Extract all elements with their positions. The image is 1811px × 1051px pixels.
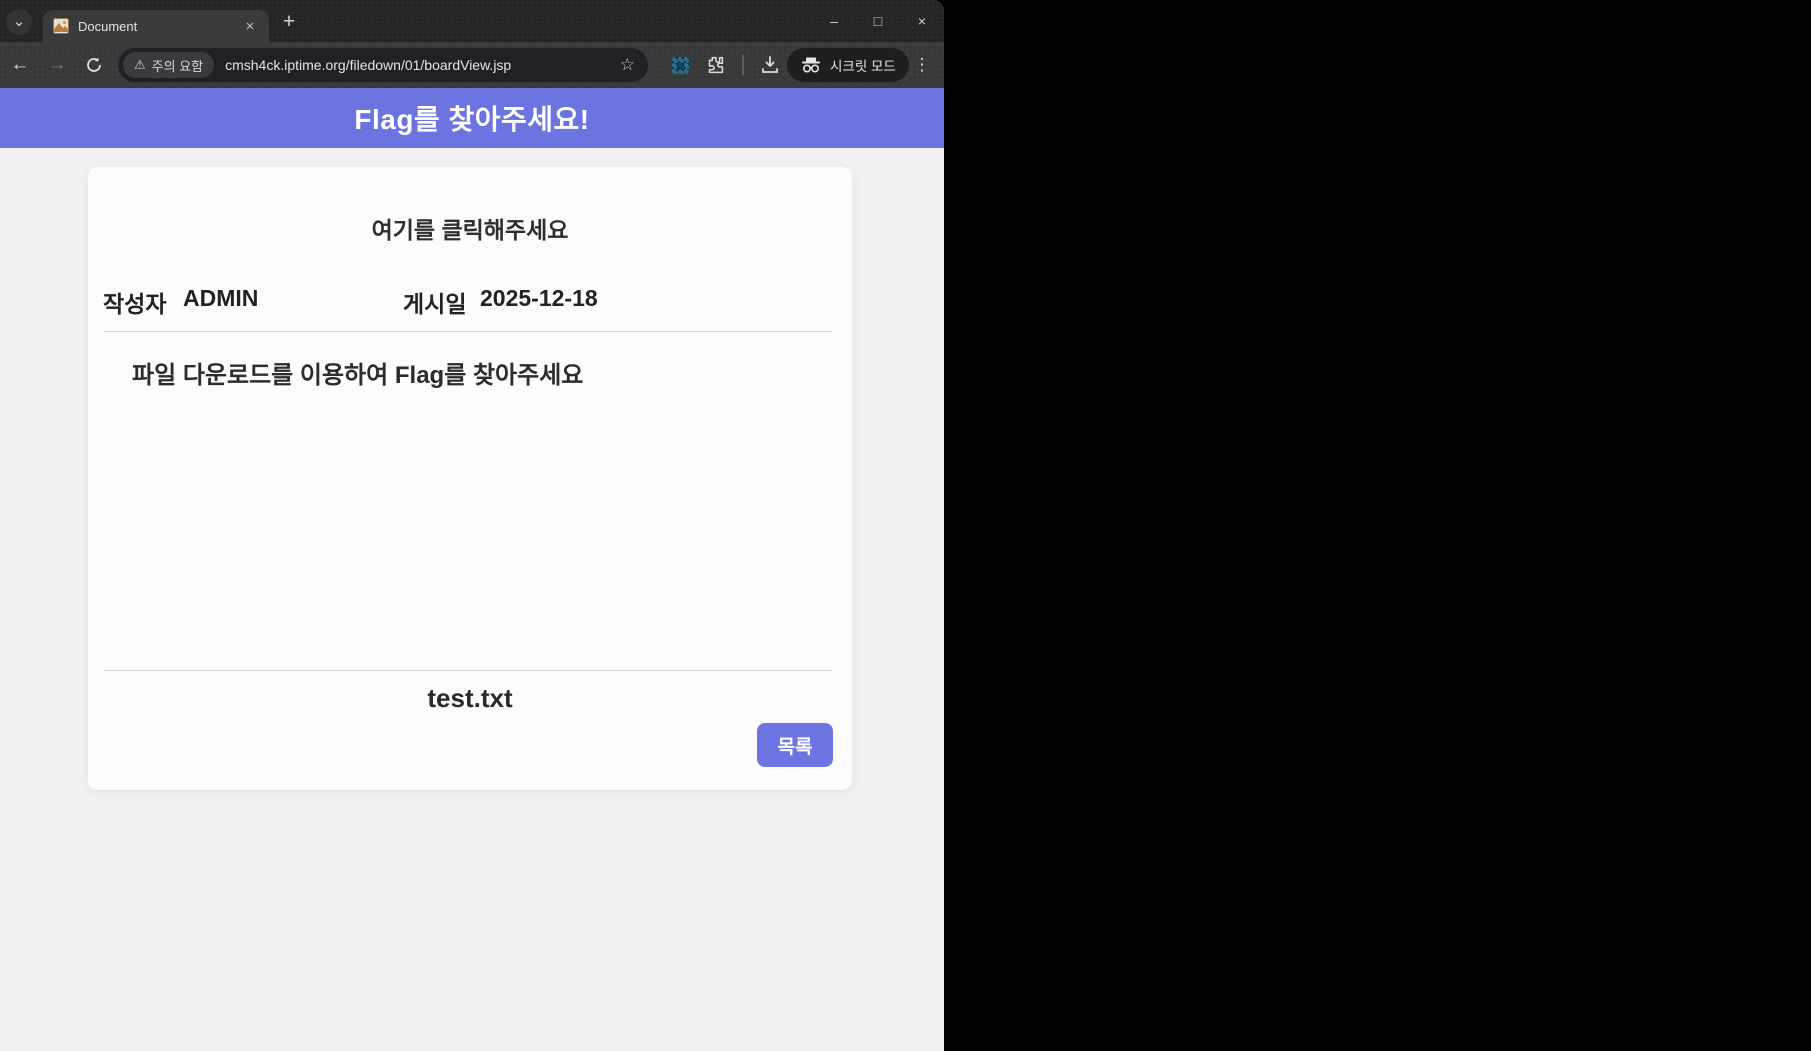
extension-favicon-icon[interactable] (672, 57, 689, 74)
incognito-label: 시크릿 모드 (830, 59, 896, 74)
date-value: 2025-12-18 (480, 285, 598, 311)
post-meta-row: 작성자 ADMIN 게시일 2025-12-18 (103, 285, 837, 317)
post-body-text: 파일 다운로드를 이용하여 Flag를 찾아주세요 (132, 362, 584, 389)
attachment-file-link[interactable]: test.txt (88, 683, 852, 714)
page-title: Flag를 찾아주세요! (354, 104, 590, 135)
page-banner: Flag를 찾아주세요! (0, 88, 944, 148)
reload-button[interactable] (77, 51, 111, 79)
new-tab-button[interactable]: + (276, 9, 302, 35)
url-text[interactable]: cmsh4ck.iptime.org/filedown/01/boardView… (225, 57, 620, 73)
toolbar-separator (742, 55, 744, 75)
tab-favicon-image-icon (53, 18, 69, 34)
tab-strip: ⌄ Document × + – □ × (0, 0, 944, 42)
screen: ⌄ Document × + – □ × ← → ⚠ 주의 요함 cmsh4ck… (0, 0, 1811, 1051)
date-label: 게시일 (403, 291, 467, 317)
address-bar[interactable]: ⚠ 주의 요함 cmsh4ck.iptime.org/filedown/01/b… (118, 48, 648, 82)
security-warning-chip[interactable]: ⚠ 주의 요함 (123, 52, 215, 78)
list-button[interactable]: 목록 (757, 723, 833, 767)
post-title-link[interactable]: 여기를 클릭해주세요 (88, 211, 852, 245)
tab-search-chevron-icon[interactable]: ⌄ (6, 9, 32, 35)
page-content: 여기를 클릭해주세요 작성자 ADMIN 게시일 2025-12-18 파일 다… (0, 148, 944, 1051)
incognito-icon (800, 57, 822, 73)
downloads-icon[interactable] (758, 53, 782, 77)
warning-triangle-icon: ⚠ (134, 57, 146, 72)
maximize-button[interactable]: □ (856, 0, 900, 42)
bookmark-star-icon[interactable]: ☆ (620, 55, 635, 75)
minimize-button[interactable]: – (812, 0, 856, 42)
browser-toolbar: ← → ⚠ 주의 요함 cmsh4ck.iptime.org/filedown/… (0, 42, 944, 88)
author-label: 작성자 (103, 291, 167, 317)
back-button[interactable]: ← (3, 51, 37, 79)
attachment-divider (103, 670, 833, 671)
meta-divider (103, 331, 833, 332)
tab-close-icon[interactable]: × (241, 18, 259, 35)
close-window-button[interactable]: × (900, 0, 944, 42)
window-controls: – □ × (812, 0, 944, 42)
forward-button[interactable]: → (40, 51, 74, 79)
extensions-puzzle-icon[interactable] (703, 53, 727, 77)
author-value: ADMIN (183, 285, 259, 311)
security-warning-label: 주의 요함 (151, 58, 204, 74)
browser-menu-icon[interactable]: ⋮ (908, 51, 936, 79)
browser-window: ⌄ Document × + – □ × ← → ⚠ 주의 요함 cmsh4ck… (0, 0, 944, 1051)
tab-document[interactable]: Document × (43, 10, 269, 42)
incognito-badge: 시크릿 모드 (787, 48, 909, 82)
tab-title: Document (78, 18, 138, 34)
board-view-card: 여기를 클릭해주세요 작성자 ADMIN 게시일 2025-12-18 파일 다… (88, 167, 852, 790)
